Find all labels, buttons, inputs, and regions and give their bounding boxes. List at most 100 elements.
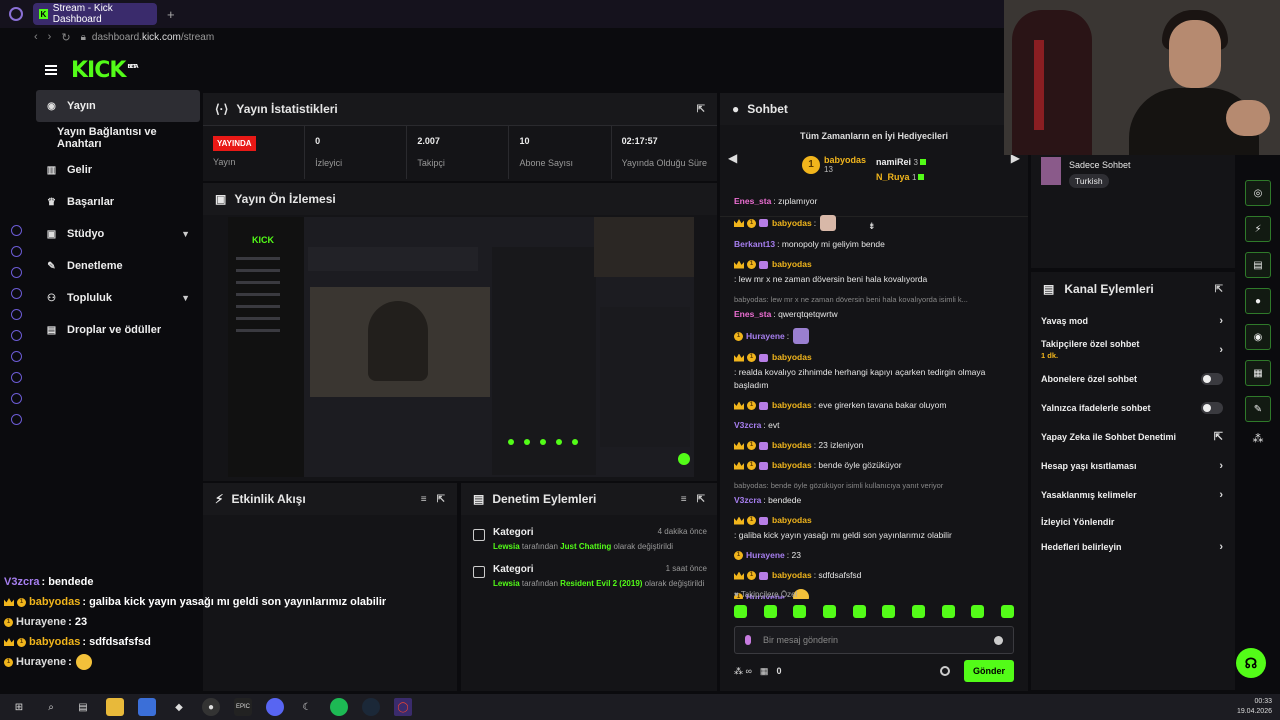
sidebar-item-denetleme[interactable]: ✎ Denetleme bbox=[36, 250, 200, 282]
emote-icon[interactable] bbox=[734, 605, 747, 618]
language-tag[interactable]: Turkish bbox=[1069, 174, 1109, 188]
stream-preview-image[interactable]: KICK bbox=[228, 217, 694, 477]
search-icon[interactable]: ⌕ bbox=[42, 698, 60, 716]
toggle[interactable] bbox=[1201, 401, 1223, 414]
channel-action-ai-moderation[interactable]: Yapay Zeka ile Sohbet Denetimi ⇱ bbox=[1031, 422, 1235, 451]
browser-tab[interactable]: K Stream - Kick Dashboard bbox=[33, 3, 157, 25]
channel-action-banned-words[interactable]: Yasaklanmış kelimeler › bbox=[1031, 480, 1235, 509]
chat-username[interactable]: babyodas bbox=[772, 351, 812, 364]
chat-username[interactable]: babyodas bbox=[772, 569, 812, 582]
infinity-icon[interactable]: ⁂ ∞ bbox=[734, 666, 752, 677]
chat-icon[interactable]: ● bbox=[1245, 288, 1271, 314]
moderation-user[interactable]: Lewsia bbox=[493, 579, 520, 588]
emote-icon[interactable] bbox=[911, 605, 925, 618]
gear-icon[interactable] bbox=[939, 666, 950, 676]
support-icon[interactable]: ☊ bbox=[1236, 648, 1266, 678]
back-icon[interactable]: ‹ bbox=[34, 31, 38, 44]
filter-icon[interactable]: ≡ bbox=[421, 494, 427, 505]
emote-icon[interactable] bbox=[882, 605, 896, 618]
chat-input[interactable]: Bir mesaj gönderin bbox=[734, 626, 1014, 654]
chat-username[interactable]: Enes_sta bbox=[734, 308, 771, 321]
rail-icon[interactable] bbox=[10, 225, 22, 236]
chat-username[interactable]: Enes_sta bbox=[734, 195, 771, 208]
emote-icon[interactable] bbox=[763, 605, 777, 618]
gifter-name[interactable]: N_Ruya bbox=[876, 172, 910, 182]
emote-icon[interactable] bbox=[822, 605, 836, 618]
mic-icon[interactable] bbox=[745, 635, 751, 645]
chat-username[interactable]: V3zcra bbox=[734, 494, 761, 507]
gifter-name[interactable]: babyodas bbox=[824, 155, 866, 165]
rail-icon[interactable] bbox=[10, 246, 22, 257]
chat-username[interactable]: Berkant13 bbox=[734, 238, 775, 251]
channel-action-slow-mode[interactable]: Yavaş mod › bbox=[1031, 306, 1235, 335]
chat-username[interactable]: babyodas bbox=[772, 514, 812, 527]
chat-username[interactable]: Hurayene bbox=[746, 330, 785, 343]
browser-logo-icon[interactable] bbox=[9, 7, 23, 21]
channel-action-raid[interactable]: İzleyici Yönlendir bbox=[1031, 509, 1235, 534]
send-button[interactable]: Gönder bbox=[963, 660, 1014, 682]
chevron-left-icon[interactable]: ◀ bbox=[728, 151, 737, 165]
expand-icon[interactable]: ⇱ bbox=[697, 104, 705, 115]
share-icon[interactable]: ⁂ bbox=[1253, 432, 1264, 445]
channel-icon[interactable]: ▦ bbox=[1245, 360, 1271, 386]
sidebar-item-droplar[interactable]: ▤ Droplar ve ödüller bbox=[36, 314, 200, 346]
explorer-icon[interactable] bbox=[106, 698, 124, 716]
app-icon[interactable] bbox=[138, 698, 156, 716]
channel-action-goals[interactable]: Hedefleri belirleyin › bbox=[1031, 534, 1235, 559]
gifter-name[interactable]: namiRei bbox=[876, 157, 911, 167]
kick-logo[interactable]: KICK BETA bbox=[71, 58, 139, 83]
sidebar-item-studyo[interactable]: ▣ Stüdyo ▼ bbox=[36, 218, 200, 250]
app-icon[interactable]: ◆ bbox=[170, 698, 188, 716]
chat-username[interactable]: babyodas bbox=[772, 439, 812, 452]
discord-icon[interactable] bbox=[266, 698, 284, 716]
rail-icon[interactable] bbox=[10, 414, 22, 425]
rail-icon[interactable] bbox=[10, 288, 22, 299]
reload-icon[interactable]: ↻ bbox=[61, 31, 70, 44]
url-field[interactable]: 🔒︎ dashboard.kick.com/stream bbox=[81, 32, 215, 43]
channel-action-emotes-only[interactable]: Yalnızca ifadelerle sohbet bbox=[1031, 393, 1235, 422]
chat-username[interactable]: V3zcra bbox=[734, 419, 761, 432]
rail-icon[interactable] bbox=[10, 372, 22, 383]
new-tab-icon[interactable]: + bbox=[167, 7, 175, 22]
expand-icon[interactable]: ⇱ bbox=[1215, 284, 1223, 295]
emoji-icon[interactable] bbox=[994, 635, 1003, 645]
opera-icon[interactable]: ◯ bbox=[394, 698, 412, 716]
chat-username[interactable]: babyodas bbox=[772, 258, 812, 271]
rail-icon[interactable] bbox=[10, 267, 22, 278]
emote-icon[interactable] bbox=[941, 605, 955, 618]
expand-icon[interactable]: ⇱ bbox=[697, 494, 705, 505]
emote-icon[interactable] bbox=[852, 605, 866, 618]
rail-icon[interactable] bbox=[10, 309, 22, 320]
broadcast-icon[interactable]: ◉ bbox=[1245, 324, 1271, 350]
expand-icon[interactable]: ⇱ bbox=[437, 494, 445, 505]
document-icon[interactable]: ▤ bbox=[1245, 252, 1271, 278]
steam-icon[interactable] bbox=[362, 698, 380, 716]
moderation-user[interactable]: Lewsia bbox=[493, 542, 520, 551]
moderation-category[interactable]: Just Chatting bbox=[560, 542, 611, 551]
bolt-icon[interactable]: ⚡︎ bbox=[1245, 216, 1271, 242]
sidebar-item-stream-key[interactable]: Yayın Bağlantısı ve Anahtarı bbox=[36, 122, 200, 154]
store-icon[interactable]: ▦ bbox=[760, 666, 769, 677]
filter-icon[interactable]: ≡ bbox=[681, 494, 687, 505]
app-icon[interactable]: ☾ bbox=[298, 698, 316, 716]
moderation-category[interactable]: Resident Evil 2 (2019) bbox=[560, 579, 642, 588]
sidebar-item-basarilar[interactable]: ♛ Başarılar bbox=[36, 186, 200, 218]
chat-username[interactable]: babyodas bbox=[772, 399, 812, 412]
rail-icon[interactable] bbox=[10, 351, 22, 362]
epic-games-icon[interactable]: EPIC bbox=[234, 698, 252, 716]
sidebar-item-gelir[interactable]: ▥ Gelir bbox=[36, 154, 200, 186]
windows-start-icon[interactable]: ⊞ bbox=[10, 698, 28, 716]
camera-icon[interactable]: ◎ bbox=[1245, 180, 1271, 206]
sidebar-item-topluluk[interactable]: ⚇ Topluluk ▼ bbox=[36, 282, 200, 314]
chat-username[interactable]: Hurayene bbox=[746, 549, 785, 562]
toggle[interactable] bbox=[1201, 372, 1223, 385]
channel-action-subs-only[interactable]: Abonelere özel sohbet bbox=[1031, 364, 1235, 393]
obs-icon[interactable]: ● bbox=[202, 698, 220, 716]
channel-action-followers-only[interactable]: Takipçilere özel sohbet 1 dk. › bbox=[1031, 335, 1235, 364]
wrench-icon[interactable]: ✎ bbox=[1245, 396, 1271, 422]
channel-action-account-age[interactable]: Hesap yaşı kısıtlaması › bbox=[1031, 451, 1235, 480]
chat-username[interactable]: babyodas bbox=[772, 459, 812, 472]
emote-icon[interactable] bbox=[793, 605, 807, 618]
rail-icon[interactable] bbox=[10, 393, 22, 404]
rail-icon[interactable] bbox=[10, 330, 22, 341]
